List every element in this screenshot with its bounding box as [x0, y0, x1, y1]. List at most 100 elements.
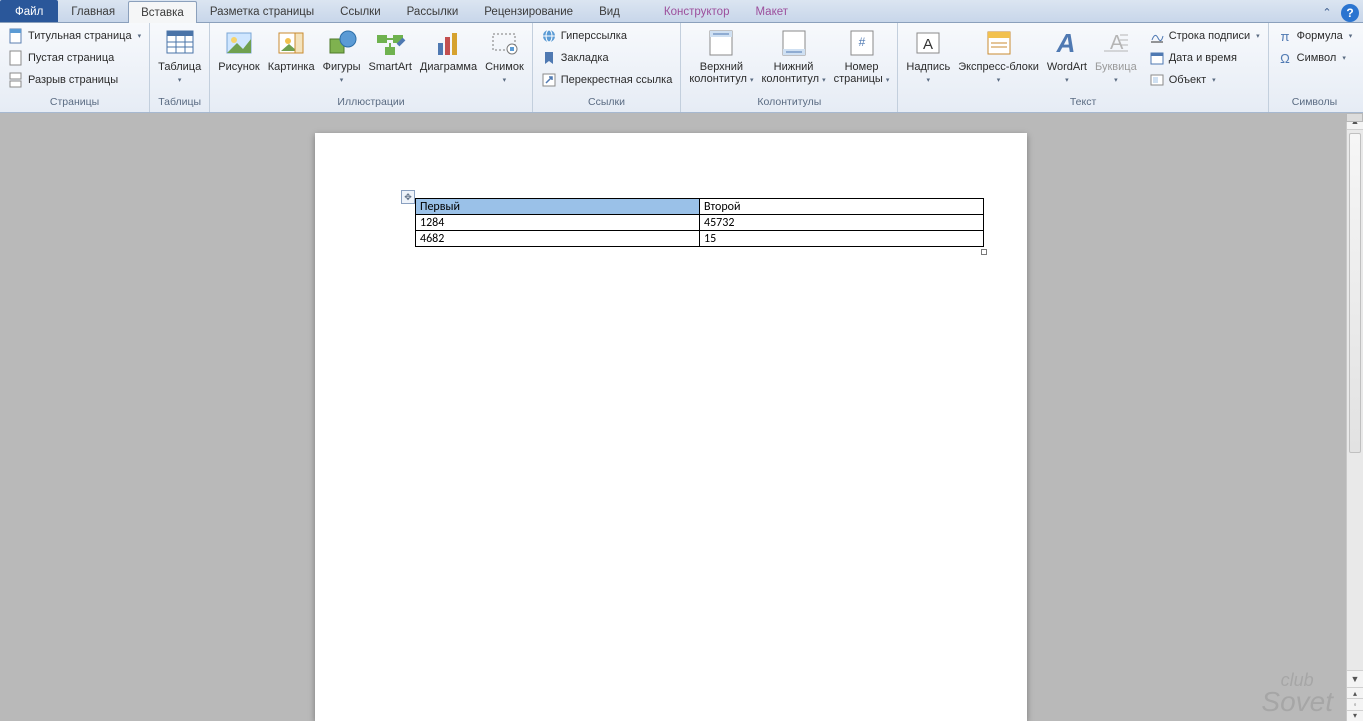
vertical-scrollbar[interactable]: ▲ ▼ ▴ ◦ ▾: [1346, 113, 1363, 721]
shapes-button[interactable]: Фигуры▾: [319, 25, 365, 87]
chevron-down-icon: ▾: [1342, 54, 1346, 62]
cover-page-button[interactable]: Титульная страница▾: [4, 25, 145, 47]
chevron-down-icon: ▾: [503, 77, 507, 84]
tab-strip: Файл Главная Вставка Разметка страницы С…: [0, 0, 1363, 23]
group-label-symbols: Символы: [1273, 96, 1357, 112]
datetime-button[interactable]: Дата и время: [1145, 47, 1264, 69]
table-button[interactable]: Таблица▾: [154, 25, 205, 87]
browse-object-icon[interactable]: ◦: [1347, 698, 1363, 709]
table-resize-handle[interactable]: [981, 249, 987, 255]
crossref-icon: [541, 72, 557, 88]
tab-home[interactable]: Главная: [58, 0, 128, 22]
picture-icon: [223, 27, 255, 59]
table-cell[interactable]: Второй: [700, 199, 984, 215]
table-cell[interactable]: 4682: [416, 231, 700, 247]
page-break-button[interactable]: Разрыв страницы: [4, 69, 145, 91]
prev-page-icon[interactable]: ▴: [1347, 687, 1363, 698]
chevron-down-icon: ▾: [997, 77, 1001, 84]
help-icon[interactable]: ?: [1341, 4, 1359, 22]
ribbon: Титульная страница▾ Пустая страница Разр…: [0, 23, 1363, 113]
tab-review[interactable]: Рецензирование: [471, 0, 586, 22]
screenshot-icon: [488, 27, 520, 59]
footer-button[interactable]: Нижний колонтитул ▾: [757, 25, 829, 87]
table-move-handle-icon[interactable]: ✥: [401, 190, 415, 204]
shapes-icon: [326, 27, 358, 59]
textbox-button[interactable]: A Надпись▾: [902, 25, 954, 87]
svg-text:#: #: [858, 35, 865, 49]
equation-button[interactable]: π Формула▾: [1273, 25, 1357, 47]
scroll-down-icon[interactable]: ▼: [1347, 670, 1363, 687]
wordart-icon: A: [1051, 27, 1083, 59]
chevron-down-icon: ▾: [822, 77, 826, 84]
chevron-down-icon: ▾: [1349, 32, 1353, 40]
svg-text:A: A: [1056, 28, 1076, 58]
chevron-down-icon: ▾: [1114, 77, 1118, 84]
textbox-icon: A: [912, 27, 944, 59]
svg-text:Ω: Ω: [1280, 51, 1290, 66]
header-button[interactable]: Верхний колонтитул ▾: [685, 25, 757, 87]
footer-icon: [778, 27, 810, 59]
chevron-down-icon: ▾: [750, 77, 754, 84]
tab-file[interactable]: Файл: [0, 0, 58, 22]
bookmark-icon: [541, 50, 557, 66]
group-label-links: Ссылки: [537, 96, 677, 112]
group-label-text: Текст: [902, 96, 1263, 112]
smartart-button[interactable]: SmartArt: [365, 25, 416, 73]
object-icon: [1149, 72, 1165, 88]
table-row: Первый Второй: [416, 199, 984, 215]
group-illustrations: Рисунок Картинка Фигуры▾ SmartArt Диагра…: [210, 23, 533, 112]
table-cell[interactable]: 1284: [416, 215, 700, 231]
chevron-down-icon: ▾: [927, 77, 931, 84]
picture-button[interactable]: Рисунок: [214, 25, 264, 73]
dropcap-button[interactable]: A Буквица▾: [1091, 25, 1141, 87]
crossref-button[interactable]: Перекрестная ссылка: [537, 69, 677, 91]
document-workspace: ✥ Первый Второй 1284 45732 4682 15 ▲ ▼ ▴…: [0, 113, 1363, 721]
tab-table-layout[interactable]: Макет: [742, 0, 801, 22]
chart-icon: [433, 27, 465, 59]
watermark: club Sovet: [1261, 669, 1333, 713]
blank-page-button[interactable]: Пустая страница: [4, 47, 145, 69]
chevron-down-icon: ▾: [178, 77, 182, 84]
wordart-button[interactable]: A WordArt▾: [1043, 25, 1091, 87]
ribbon-minimize-icon[interactable]: ⌃: [1317, 2, 1337, 22]
table-cell[interactable]: 15: [700, 231, 984, 247]
tab-view[interactable]: Вид: [586, 0, 633, 22]
signature-icon: [1149, 28, 1165, 44]
table-cell[interactable]: 45732: [700, 215, 984, 231]
table-icon: [164, 27, 196, 59]
symbol-button[interactable]: Ω Символ▾: [1273, 47, 1357, 69]
chevron-down-icon: ▾: [1256, 32, 1260, 40]
tab-mailings[interactable]: Рассылки: [394, 0, 472, 22]
group-links: Гиперссылка Закладка Перекрестная ссылка…: [533, 23, 682, 112]
chevron-down-icon: ▾: [1212, 76, 1216, 84]
symbol-icon: Ω: [1277, 50, 1293, 66]
tab-references[interactable]: Ссылки: [327, 0, 394, 22]
page-number-icon: #: [846, 27, 878, 59]
tab-insert[interactable]: Вставка: [128, 1, 197, 23]
split-bar[interactable]: [1346, 113, 1363, 122]
group-label-pages: Страницы: [4, 96, 145, 112]
group-label-headerfooter: Колонтитулы: [685, 96, 893, 112]
group-pages: Титульная страница▾ Пустая страница Разр…: [0, 23, 150, 112]
scroll-thumb[interactable]: [1349, 133, 1361, 453]
object-button[interactable]: Объект▾: [1145, 69, 1264, 91]
chevron-down-icon: ▾: [138, 32, 142, 40]
screenshot-button[interactable]: Снимок▾: [481, 25, 528, 87]
document-table[interactable]: Первый Второй 1284 45732 4682 15: [415, 198, 984, 247]
tab-page-layout[interactable]: Разметка страницы: [197, 0, 327, 22]
group-tables: Таблица▾ Таблицы: [150, 23, 210, 112]
signature-line-button[interactable]: Строка подписи▾: [1145, 25, 1264, 47]
table-cell-selected[interactable]: Первый: [416, 199, 700, 215]
chart-button[interactable]: Диаграмма: [416, 25, 481, 73]
page-number-button[interactable]: # Номер страницы ▾: [830, 25, 894, 87]
document-page[interactable]: ✥ Первый Второй 1284 45732 4682 15: [315, 133, 1027, 721]
clipart-button[interactable]: Картинка: [264, 25, 319, 73]
svg-text:A: A: [923, 36, 933, 53]
quickparts-button[interactable]: Экспресс-блоки▾: [954, 25, 1043, 87]
svg-text:π: π: [1280, 29, 1289, 44]
cover-page-icon: [8, 28, 24, 44]
bookmark-button[interactable]: Закладка: [537, 47, 677, 69]
hyperlink-button[interactable]: Гиперссылка: [537, 25, 677, 47]
tab-table-design[interactable]: Конструктор: [651, 0, 743, 22]
next-page-icon[interactable]: ▾: [1347, 710, 1363, 721]
